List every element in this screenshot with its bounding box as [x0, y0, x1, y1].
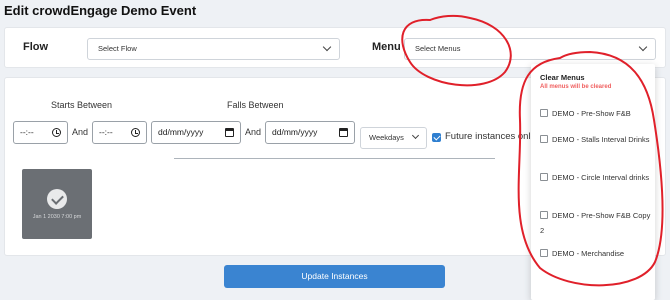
chevron-down-icon [638, 42, 648, 52]
calendar-icon[interactable] [339, 128, 348, 137]
flow-select[interactable]: Select Flow [87, 38, 340, 60]
start-time-to-input[interactable]: --:-- [92, 121, 147, 144]
menu-select[interactable]: Select Menus [404, 38, 656, 60]
clock-icon[interactable] [131, 128, 140, 137]
menu-option-label: DEMO - Circle Interval drinks [552, 173, 650, 182]
clock-icon[interactable] [52, 128, 61, 137]
calendar-icon[interactable] [225, 128, 234, 137]
update-instances-button[interactable]: Update Instances [224, 265, 445, 288]
menu-option[interactable]: DEMO - Circle Interval drinks [540, 170, 652, 185]
start-time-from-value: --:-- [20, 127, 34, 137]
chevron-down-icon [322, 42, 332, 52]
menu-option[interactable]: DEMO - Pre-Show F&B Copy 2 [540, 208, 652, 238]
checkbox[interactable] [540, 109, 548, 117]
top-bar-card: Flow Select Flow Menu Select Menus [4, 27, 666, 68]
start-time-from-input[interactable]: --:-- [13, 121, 68, 144]
page-title: Edit crowdEngage Demo Event [4, 3, 197, 18]
flow-select-value: Select Flow [98, 44, 137, 53]
checkmark-icon [47, 189, 67, 209]
clear-menus-warning: All menus will be cleared [540, 84, 612, 90]
future-only-checkbox[interactable] [432, 133, 441, 142]
date-to-input[interactable]: dd/mm/yyyy [265, 121, 355, 144]
menu-dropdown-panel: Clear Menus All menus will be cleared DE… [531, 64, 655, 300]
divider [174, 158, 495, 159]
date-from-input[interactable]: dd/mm/yyyy [151, 121, 241, 144]
flow-label: Flow [23, 41, 49, 53]
date-from-value: dd/mm/yyyy [158, 127, 204, 137]
checkbox[interactable] [540, 249, 548, 257]
clear-menus-button[interactable]: Clear Menus [540, 73, 585, 82]
instance-date: Jan 1 2030 7:00 pm [32, 214, 82, 220]
menu-select-value: Select Menus [415, 44, 461, 53]
days-select-value: Weekdays [369, 133, 404, 142]
menu-option[interactable]: DEMO - Stalls Interval Drinks [540, 132, 652, 147]
menu-option-label: DEMO - Pre-Show F&B Copy 2 [540, 211, 651, 235]
menu-option-label: DEMO - Merchandise [552, 249, 625, 258]
starts-between-label: Starts Between [51, 100, 113, 110]
menu-option-label: DEMO - Stalls Interval Drinks [552, 135, 650, 144]
instance-tile[interactable]: Jan 1 2030 7:00 pm [22, 169, 92, 239]
start-time-to-value: --:-- [99, 127, 113, 137]
checkbox[interactable] [540, 135, 548, 143]
menu-label: Menu [372, 41, 401, 53]
chevron-down-icon [411, 131, 420, 140]
menu-option[interactable]: DEMO - Merchandise [540, 246, 652, 261]
date-to-value: dd/mm/yyyy [272, 127, 318, 137]
and-label: And [72, 127, 89, 137]
falls-between-label: Falls Between [227, 100, 284, 110]
menu-option-label: DEMO - Pre-Show F&B [552, 109, 631, 118]
days-select[interactable]: Weekdays [360, 127, 427, 149]
menu-option[interactable]: DEMO - Pre-Show F&B [540, 106, 652, 121]
future-only-label: Future instances onl [445, 131, 531, 142]
checkbox[interactable] [540, 173, 548, 181]
checkbox[interactable] [540, 211, 548, 219]
and-label: And [245, 127, 262, 137]
